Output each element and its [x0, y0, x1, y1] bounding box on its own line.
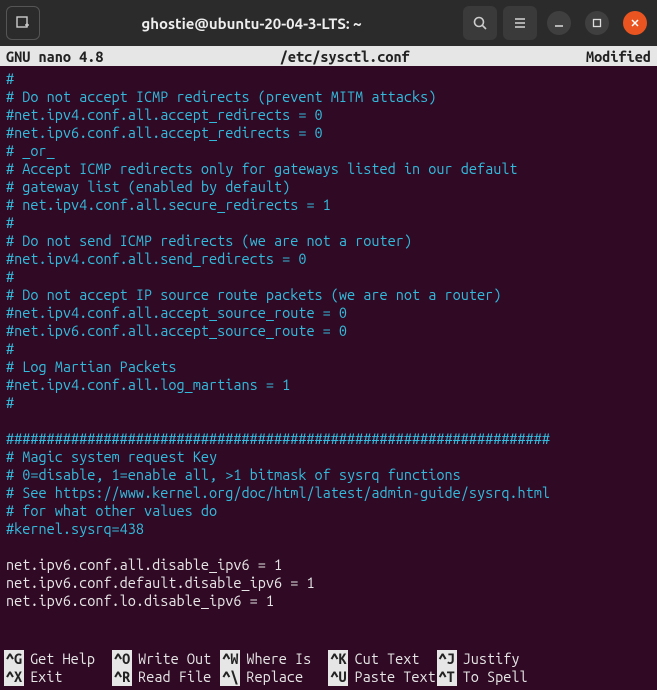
titlebar: ghostie@ubuntu-20-04-3-LTS: ~	[0, 0, 657, 46]
shortcut-exit[interactable]: ^X Exit	[4, 668, 112, 686]
editor-line: # Do not send ICMP redirects (we are not…	[6, 232, 651, 250]
editor-line: # Log Martian Packets	[6, 358, 651, 376]
maximize-button[interactable]	[585, 11, 609, 35]
shortcut-label: Where Is	[246, 650, 311, 668]
editor-line: # net.ipv4.conf.all.secure_redirects = 1	[6, 196, 651, 214]
shortcut-label: Read File	[138, 668, 211, 686]
close-icon	[630, 18, 640, 28]
editor-line: #	[6, 214, 651, 232]
minimize-button[interactable]	[547, 11, 571, 35]
nano-statusbar: GNU nano 4.8 /etc/sysctl.conf Modified	[0, 46, 657, 66]
editor-line: #net.ipv4.conf.all.accept_redirects = 0	[6, 106, 651, 124]
file-path: /etc/sysctl.conf	[123, 47, 566, 66]
search-icon	[472, 15, 488, 31]
editor-line: #net.ipv4.conf.all.log_martians = 1	[6, 376, 651, 394]
editor-line	[6, 412, 651, 430]
shortcut-label: To Spell	[463, 668, 528, 686]
editor-line: #	[6, 70, 651, 88]
editor-line: #kernel.sysrq=438	[6, 520, 651, 538]
shortcut-label: Replace	[246, 668, 303, 686]
shortcut-label: Cut Text	[354, 650, 419, 668]
editor-line: # Magic system request Key	[6, 448, 651, 466]
shortcut-key: ^J	[437, 650, 457, 668]
shortcut-paste-text[interactable]: ^U Paste Text	[328, 668, 436, 686]
shortcut-label: Exit	[30, 668, 62, 686]
shortcut-replace[interactable]: ^\ Replace	[220, 668, 328, 686]
editor-line: # Accept ICMP redirects only for gateway…	[6, 160, 651, 178]
editor-line: #	[6, 340, 651, 358]
editor-line: net.ipv6.conf.default.disable_ipv6 = 1	[6, 574, 651, 592]
editor-line: #net.ipv6.conf.all.accept_redirects = 0	[6, 124, 651, 142]
editor-line: # gateway list (enabled by default)	[6, 178, 651, 196]
app-name: GNU nano 4.8	[6, 47, 123, 66]
editor-line: #net.ipv4.conf.all.accept_source_route =…	[6, 304, 651, 322]
shortcut-cut-text[interactable]: ^K Cut Text	[328, 650, 436, 668]
shortcut-get-help[interactable]: ^G Get Help	[4, 650, 112, 668]
shortcut-key: ^U	[328, 668, 348, 686]
window-title: ghostie@ubuntu-20-04-3-LTS: ~	[46, 15, 457, 32]
editor-line: #	[6, 268, 651, 286]
minimize-icon	[554, 18, 564, 28]
shortcut-key: ^W	[220, 650, 240, 668]
shortcut-empty	[545, 668, 653, 686]
shortcut-label: Get Help	[30, 650, 95, 668]
new-tab-button[interactable]	[6, 6, 40, 40]
maximize-icon	[592, 18, 602, 28]
shortcut-key: ^K	[328, 650, 348, 668]
shortcut-write-out[interactable]: ^O Write Out	[112, 650, 220, 668]
shortcut-label: Justify	[463, 650, 520, 668]
editor-line: net.ipv6.conf.all.disable_ipv6 = 1	[6, 556, 651, 574]
shortcut-label: Paste Text	[354, 668, 435, 686]
editor-area[interactable]: ## Do not accept ICMP redirects (prevent…	[0, 66, 657, 610]
editor-line: ########################################…	[6, 430, 651, 448]
shortcut-empty	[545, 650, 653, 668]
editor-line: # See https://www.kernel.org/doc/html/la…	[6, 484, 651, 502]
editor-line: # 0=disable, 1=enable all, >1 bitmask of…	[6, 466, 651, 484]
shortcut-key: ^G	[4, 650, 24, 668]
editor-line	[6, 538, 651, 556]
modified-indicator: Modified	[566, 47, 651, 66]
hamburger-icon	[512, 15, 528, 31]
shortcut-key: ^T	[437, 668, 457, 686]
editor-line: # Do not accept IP source route packets …	[6, 286, 651, 304]
menu-button[interactable]	[503, 6, 537, 40]
editor-line: # for what other values do	[6, 502, 651, 520]
shortcut-read-file[interactable]: ^R Read File	[112, 668, 220, 686]
shortcut-key: ^O	[112, 650, 132, 668]
shortcut-key: ^\	[220, 668, 240, 686]
search-button[interactable]	[463, 6, 497, 40]
editor-line: net.ipv6.conf.lo.disable_ipv6 = 1	[6, 592, 651, 610]
new-tab-icon	[15, 15, 31, 31]
shortcut-where-is[interactable]: ^W Where Is	[220, 650, 328, 668]
shortcut-key: ^R	[112, 668, 132, 686]
shortcut-to-spell[interactable]: ^T To Spell	[437, 668, 545, 686]
shortcut-key: ^X	[4, 668, 24, 686]
editor-line: #	[6, 394, 651, 412]
shortcut-justify[interactable]: ^J Justify	[437, 650, 545, 668]
shortcut-label: Write Out	[138, 650, 211, 668]
editor-line: # Do not accept ICMP redirects (prevent …	[6, 88, 651, 106]
editor-line: #net.ipv4.conf.all.send_redirects = 0	[6, 250, 651, 268]
shortcut-bar: ^G Get Help ^O Write Out ^W Where Is ^K Cut Tex…	[0, 650, 657, 690]
editor-line: # _or_	[6, 142, 651, 160]
close-button[interactable]	[623, 11, 647, 35]
editor-line: #net.ipv6.conf.all.accept_source_route =…	[6, 322, 651, 340]
window-controls	[547, 11, 647, 35]
